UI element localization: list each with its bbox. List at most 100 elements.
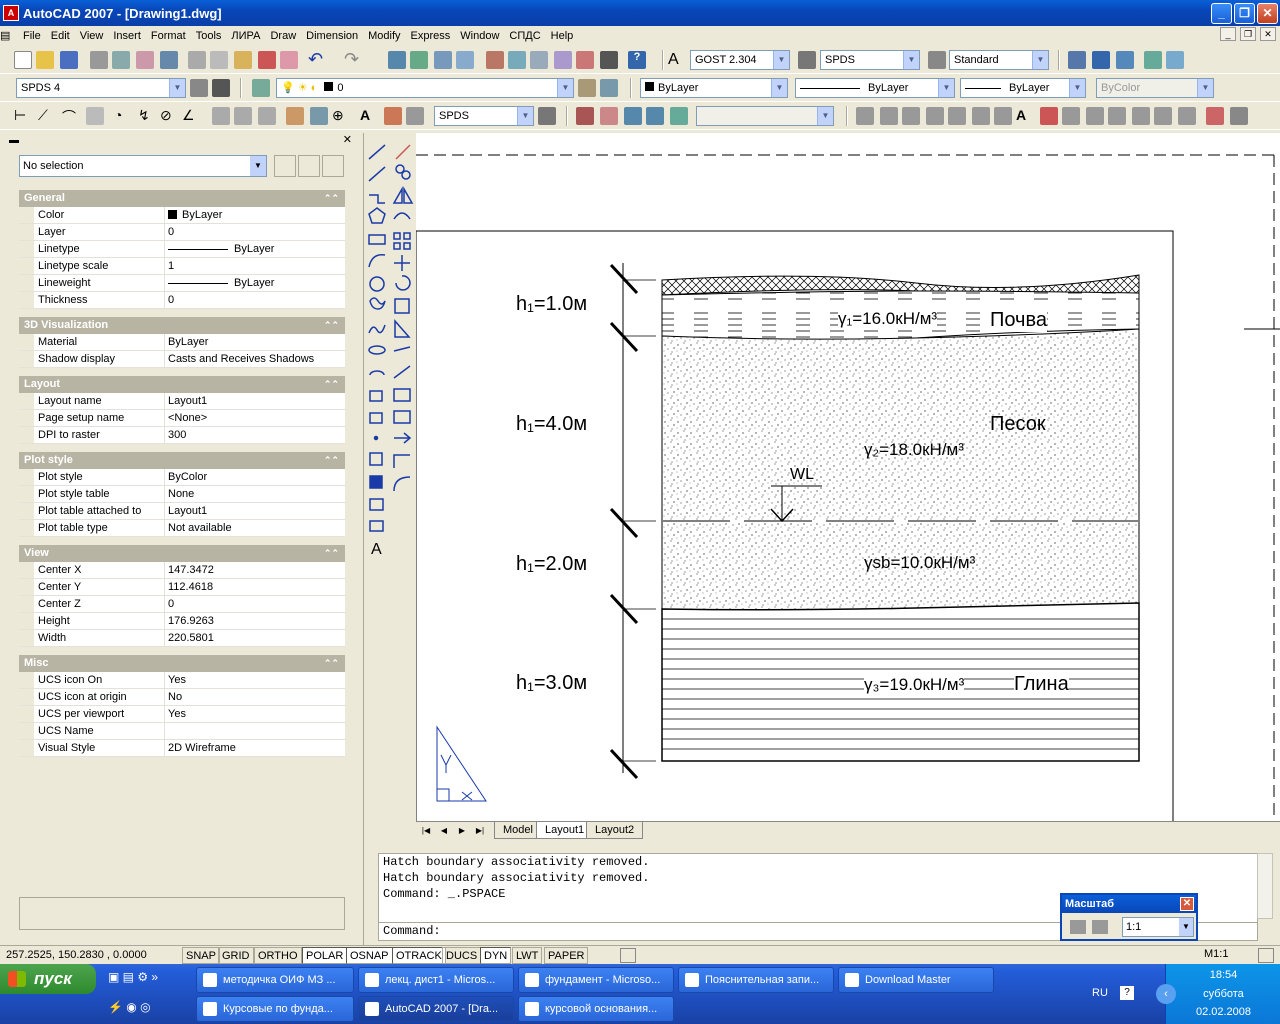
spds-dim-4-icon[interactable] xyxy=(926,107,944,125)
property-value[interactable]: Layout1 xyxy=(165,393,345,409)
property-value[interactable]: ByLayer xyxy=(165,241,345,257)
cut-icon[interactable] xyxy=(188,51,206,69)
property-row[interactable]: Color ByLayer xyxy=(19,207,345,224)
property-row[interactable]: Material ByLayer xyxy=(19,334,345,351)
spds-dim-15-icon[interactable] xyxy=(1206,107,1224,125)
spds-dim-8-icon[interactable] xyxy=(1040,107,1058,125)
quick-dim-icon[interactable] xyxy=(212,107,230,125)
snap-tool-3-icon[interactable] xyxy=(624,107,642,125)
collapse-icon[interactable]: ⌃⌃ xyxy=(324,655,339,672)
osnap-toggle[interactable]: OSNAP xyxy=(346,947,393,964)
menu-spds[interactable]: СПДС xyxy=(506,30,547,42)
menu-insert[interactable]: Insert xyxy=(110,30,148,42)
property-row[interactable]: Layer 0 xyxy=(19,224,345,241)
collapse-icon[interactable]: ⌃⌃ xyxy=(324,190,339,207)
quick-launch-icon[interactable]: ▣ ▤ ⚙ » xyxy=(108,970,158,984)
property-value[interactable]: ByLayer xyxy=(165,334,345,350)
property-row[interactable]: Width 220.5801 xyxy=(19,630,345,647)
new-icon[interactable] xyxy=(14,51,32,69)
menu-format[interactable]: Format xyxy=(148,30,193,42)
property-row[interactable]: Center Z0 xyxy=(19,596,345,613)
property-value[interactable]: 112.4618 xyxy=(165,579,345,595)
radius-dim-icon[interactable]: ◔ xyxy=(114,107,132,125)
menu-window[interactable]: Window xyxy=(457,30,506,42)
property-row[interactable]: Visual Style 2D Wireframe xyxy=(19,740,345,757)
drawing-canvas[interactable]: h₁=1.0м h₁=4.0м h₁=2.0м h₁=3.0м γ₁=16.0к… xyxy=(416,133,1280,823)
task-kursovye[interactable]: Курсовые по фунда... xyxy=(196,996,354,1022)
doc-minimize-button[interactable]: _ xyxy=(1220,27,1236,41)
task-autocad[interactable]: AutoCAD 2007 - [Dra... xyxy=(358,996,514,1022)
property-row[interactable]: UCS icon at origin No xyxy=(19,689,345,706)
menu-express[interactable]: Express xyxy=(408,30,458,42)
prev-tab-icon[interactable]: ◀ xyxy=(436,824,452,838)
property-value[interactable]: <None> xyxy=(165,410,345,426)
tab-model[interactable]: Model xyxy=(494,822,542,839)
workspace-settings-icon[interactable] xyxy=(190,79,208,97)
quick-launch-icon-2[interactable]: ⚡ ◉ ◎ xyxy=(108,1000,151,1014)
copy-icon[interactable] xyxy=(210,51,228,69)
continue-dim-icon[interactable] xyxy=(258,107,276,125)
aligned-dim-icon[interactable]: ⟋ xyxy=(38,107,56,125)
menu-tools[interactable]: Tools xyxy=(193,30,229,42)
menu-draw[interactable]: Draw xyxy=(267,30,303,42)
layer-select[interactable]: 💡 ☀ ◐ 0 ▼ xyxy=(276,78,574,98)
task-fundament[interactable]: фундамент - Microso... xyxy=(518,967,674,993)
tool-palettes-icon[interactable] xyxy=(530,51,548,69)
spds-text-icon[interactable]: A xyxy=(1016,107,1034,125)
lock-toolbar-icon[interactable] xyxy=(212,79,230,97)
menu-file[interactable]: File xyxy=(20,30,48,42)
workspace-select[interactable]: SPDS 4 ▼ xyxy=(16,78,186,98)
collapse-icon[interactable]: ⌃⌃ xyxy=(324,545,339,562)
property-value[interactable]: Yes xyxy=(165,706,345,722)
spds-dim-10-icon[interactable] xyxy=(1086,107,1104,125)
otrack-toggle[interactable]: OTRACK xyxy=(392,947,446,964)
dim-edit-icon[interactable]: A xyxy=(360,107,378,125)
property-row[interactable]: Center X 147.3472 xyxy=(19,562,345,579)
arc-length-icon[interactable]: ⌒ xyxy=(62,107,80,125)
match-properties-icon[interactable] xyxy=(258,51,276,69)
property-row[interactable]: Linetype scale 1 xyxy=(19,258,345,275)
property-value[interactable]: Casts and Receives Shadows xyxy=(165,351,345,367)
doc-restore-button[interactable]: ❐ xyxy=(1240,27,1256,41)
property-row[interactable]: Plot style ByColor xyxy=(19,469,345,486)
polar-toggle[interactable]: POLAR xyxy=(302,947,348,964)
plot-icon[interactable] xyxy=(90,51,108,69)
sheet-set-icon[interactable] xyxy=(554,51,572,69)
spds-dim-14-icon[interactable] xyxy=(1178,107,1196,125)
property-value[interactable]: 220.5801 xyxy=(165,630,345,646)
snap-tool-2-icon[interactable] xyxy=(600,107,618,125)
open-icon[interactable] xyxy=(36,51,54,69)
palette-grip-icon[interactable]: ▬ xyxy=(9,135,19,146)
property-value[interactable] xyxy=(165,723,345,739)
property-value[interactable]: Layout1 xyxy=(165,503,345,519)
property-value[interactable]: 0 xyxy=(165,292,345,308)
spds-dim-2-icon[interactable] xyxy=(880,107,898,125)
menu-edit[interactable]: Edit xyxy=(48,30,77,42)
close-button[interactable]: ✕ xyxy=(1257,3,1278,24)
collapse-icon[interactable]: ⌃⌃ xyxy=(324,452,339,469)
tab-layout2[interactable]: Layout2 xyxy=(586,822,644,839)
property-row[interactable]: DPI to raster 300 xyxy=(19,427,345,444)
task-download-master[interactable]: Download Master xyxy=(838,967,994,993)
tab-layout1[interactable]: Layout1 xyxy=(536,822,594,839)
category-header[interactable]: 3D Visualization ⌃⌃ xyxy=(19,317,345,334)
block-editor-icon[interactable] xyxy=(280,51,298,69)
palette-close-icon[interactable]: ✕ xyxy=(343,133,352,146)
drawing-icon[interactable]: ▤ xyxy=(0,29,20,42)
property-value[interactable]: None xyxy=(165,486,345,502)
pan-icon[interactable] xyxy=(388,51,406,69)
property-row[interactable]: Shadow display Casts and Receives Shadows xyxy=(19,351,345,368)
select-objects-icon[interactable] xyxy=(298,155,320,177)
scale-tool-2-icon[interactable] xyxy=(1092,920,1108,934)
spds-dim-13-icon[interactable] xyxy=(1154,107,1172,125)
qleader-icon[interactable] xyxy=(286,107,304,125)
property-value[interactable]: Yes xyxy=(165,672,345,688)
center-mark-icon[interactable]: ⊕ xyxy=(332,107,350,125)
property-value[interactable]: 2D Wireframe xyxy=(165,740,345,756)
paste-icon[interactable] xyxy=(234,51,252,69)
spds-tool-2-icon[interactable] xyxy=(1092,51,1110,69)
category-header[interactable]: General ⌃⌃ xyxy=(19,190,345,207)
ordinate-dim-icon[interactable] xyxy=(86,107,104,125)
zoom-realtime-icon[interactable] xyxy=(410,51,428,69)
property-row[interactable]: Height 176.9263 xyxy=(19,613,345,630)
